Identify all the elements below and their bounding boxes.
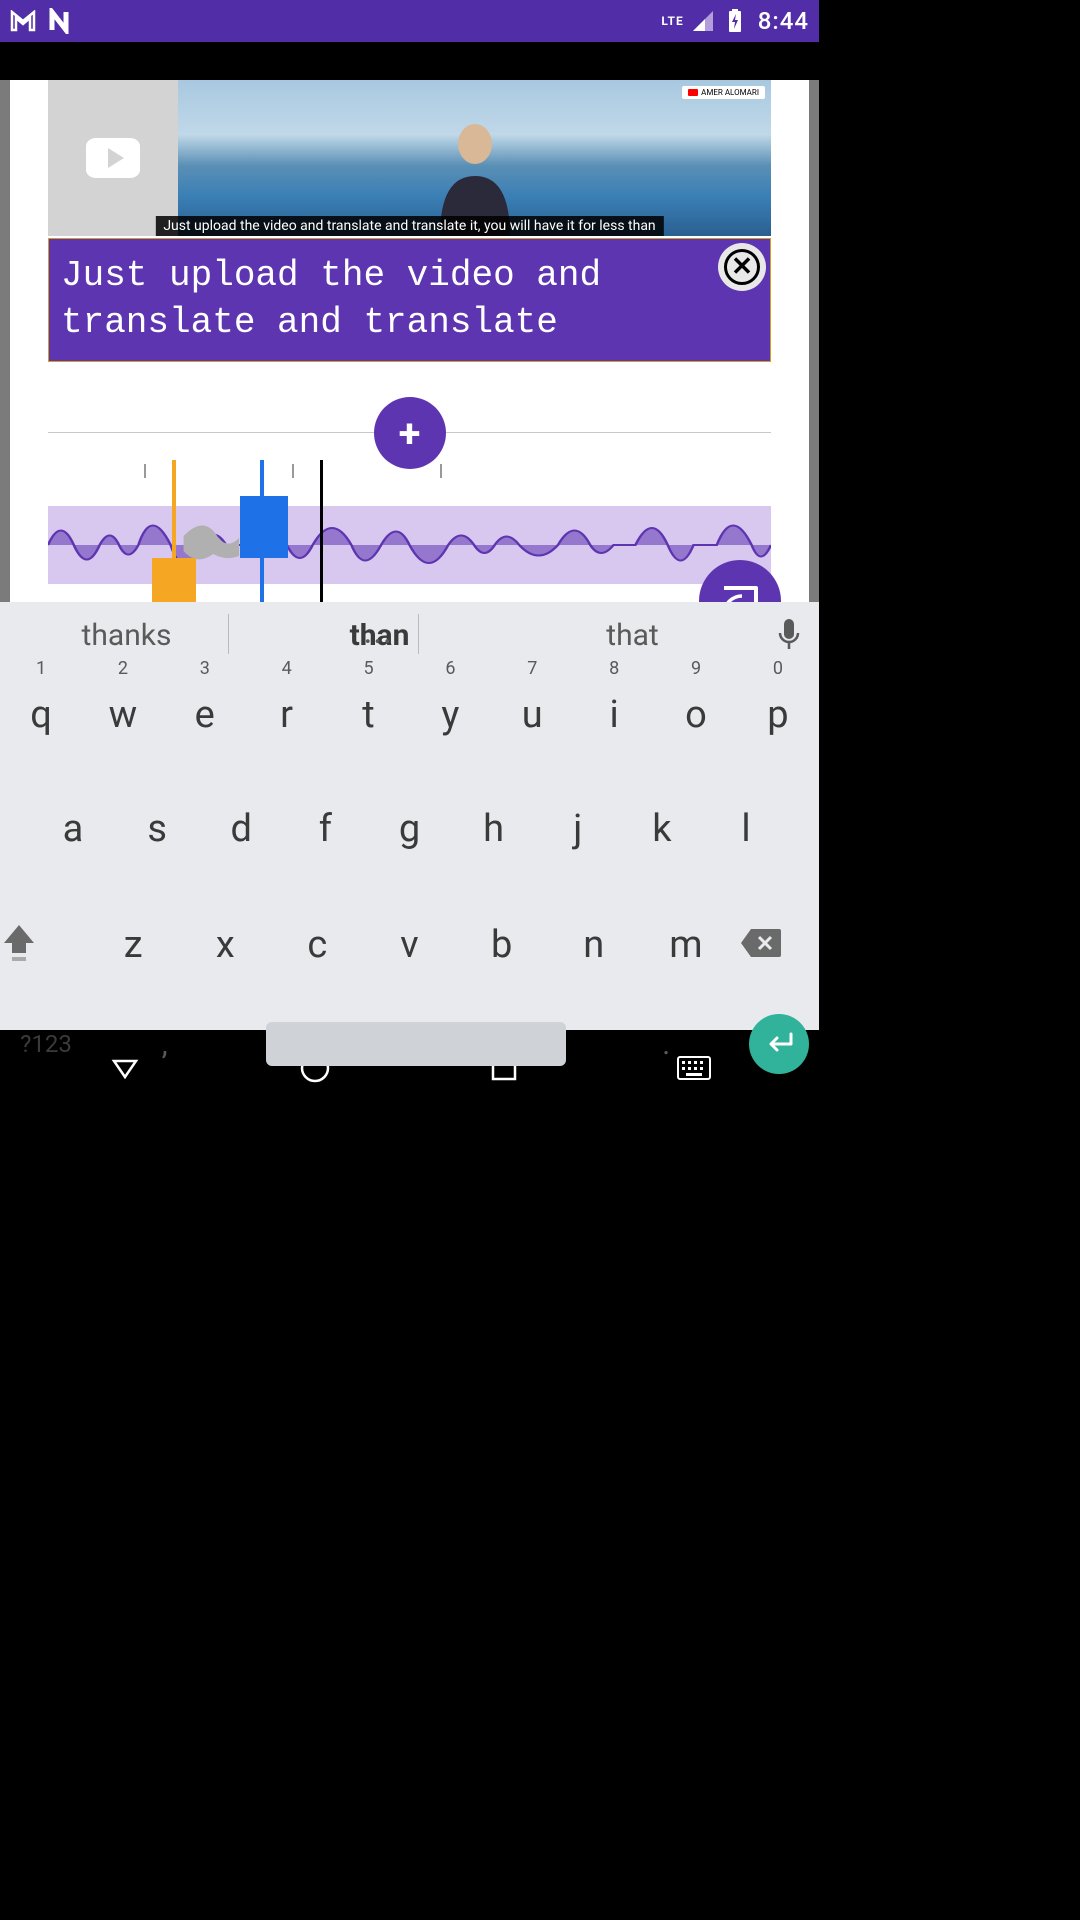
key-i[interactable]: 8i: [575, 676, 653, 754]
key-v[interactable]: v: [371, 906, 449, 984]
key-f[interactable]: f: [286, 790, 364, 868]
add-button[interactable]: +: [374, 397, 446, 469]
key-n[interactable]: n: [555, 906, 633, 984]
key-e[interactable]: 3e: [166, 676, 244, 754]
voice-input-button[interactable]: [759, 619, 819, 651]
keyboard: thanks than ••• that 1q 2w 3e 4r 5t 6y 7…: [0, 602, 819, 1030]
key-row-4: ?123 , .: [0, 1014, 819, 1074]
caption-input[interactable]: Just upload the video and translate and …: [48, 238, 771, 362]
play-icon: [86, 138, 140, 178]
key-j[interactable]: j: [539, 790, 617, 868]
key-t[interactable]: 5t: [330, 676, 408, 754]
signal-icon: [690, 8, 716, 34]
gmail-icon: [10, 8, 36, 34]
editor-screen: AMER ALOMARI Just upload the video and t…: [0, 80, 819, 602]
key-m[interactable]: m: [647, 906, 725, 984]
period-key[interactable]: .: [641, 1027, 691, 1062]
video-thumbnail[interactable]: AMER ALOMARI: [178, 80, 771, 236]
network-label: LTE: [661, 14, 683, 28]
key-x[interactable]: x: [186, 906, 264, 984]
suggestion[interactable]: thanks: [0, 618, 253, 653]
play-button[interactable]: [48, 80, 178, 236]
key-row-1: 1q 2w 3e 4r 5t 6y 7u 8i 9o 0p: [0, 676, 819, 754]
key-y[interactable]: 6y: [411, 676, 489, 754]
enter-key[interactable]: [749, 1014, 809, 1074]
key-h[interactable]: h: [455, 790, 533, 868]
caption-overlay: Just upload the video and translate and …: [155, 216, 663, 236]
key-k[interactable]: k: [623, 790, 701, 868]
battery-charging-icon: [722, 8, 748, 34]
key-g[interactable]: g: [371, 790, 449, 868]
android-n-icon: [48, 8, 74, 34]
plus-icon: +: [399, 410, 421, 457]
key-w[interactable]: 2w: [84, 676, 162, 754]
key-a[interactable]: a: [34, 790, 112, 868]
key-c[interactable]: c: [278, 906, 356, 984]
key-l[interactable]: l: [707, 790, 785, 868]
status-bar: LTE 8:44: [0, 0, 819, 42]
caption-text[interactable]: Just upload the video and translate and …: [61, 253, 758, 347]
key-u[interactable]: 7u: [493, 676, 571, 754]
enter-icon: [763, 1032, 795, 1056]
key-o[interactable]: 9o: [657, 676, 735, 754]
backspace-key[interactable]: [739, 927, 817, 963]
key-b[interactable]: b: [463, 906, 541, 984]
key-s[interactable]: s: [118, 790, 196, 868]
channel-name: AMER ALOMARI: [701, 88, 759, 97]
suggestion[interactable]: that: [506, 618, 759, 653]
key-row-2: a s d f g h j k l: [0, 790, 819, 868]
channel-badge: AMER ALOMARI: [682, 86, 765, 99]
video-preview-row: AMER ALOMARI Just upload the video and t…: [48, 80, 771, 236]
key-r[interactable]: 4r: [248, 676, 326, 754]
symbols-key[interactable]: ?123: [10, 1030, 82, 1058]
suggestion[interactable]: than •••: [253, 618, 506, 653]
spacebar[interactable]: [266, 1022, 566, 1066]
key-q[interactable]: 1q: [2, 676, 80, 754]
key-z[interactable]: z: [94, 906, 172, 984]
key-d[interactable]: d: [202, 790, 280, 868]
waveform-timeline[interactable]: 00:27 00:28 00:29: [48, 460, 771, 620]
key-row-3: z x c v b n m: [0, 906, 819, 984]
clock: 8:44: [758, 7, 809, 35]
shift-key[interactable]: [2, 923, 80, 967]
close-icon: ✕: [724, 249, 760, 285]
key-p[interactable]: 0p: [739, 676, 817, 754]
marker-end-handle[interactable]: [240, 496, 288, 558]
close-caption-button[interactable]: ✕: [718, 243, 766, 291]
comma-key[interactable]: ,: [140, 1027, 190, 1062]
